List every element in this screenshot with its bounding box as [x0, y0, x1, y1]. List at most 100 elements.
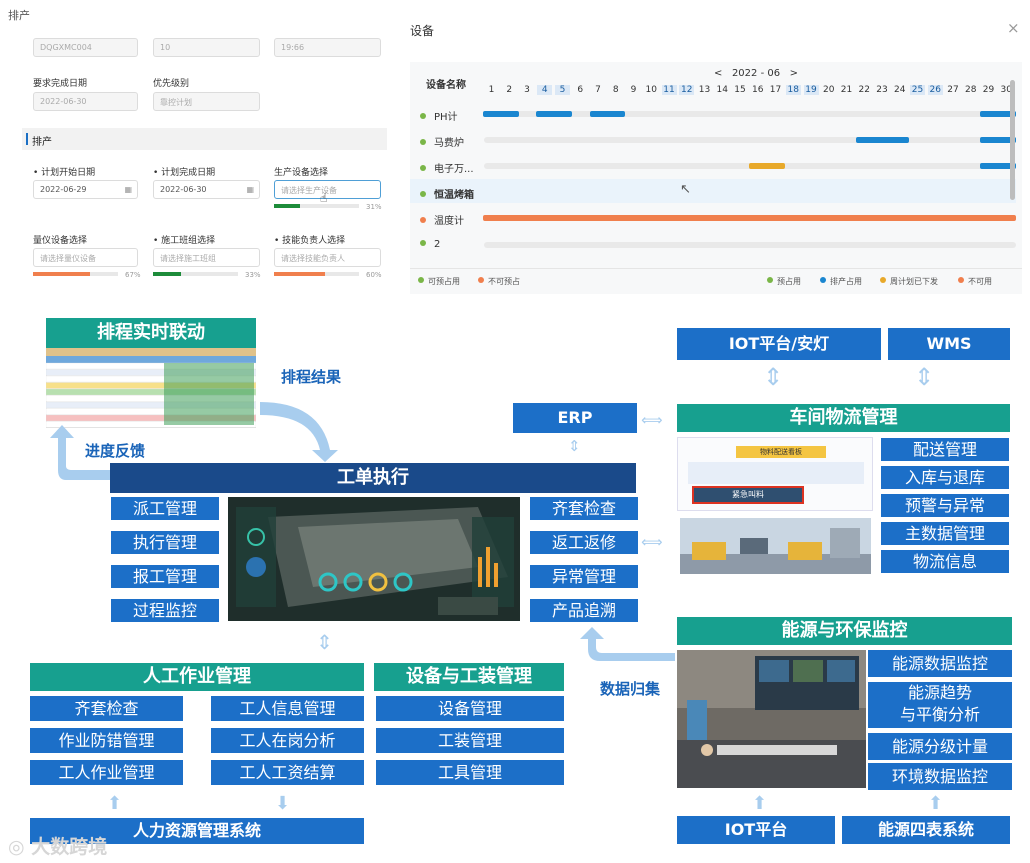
day-label: 21: [840, 85, 853, 95]
day-label: 5: [555, 85, 570, 95]
panel-title: 排产: [8, 9, 30, 22]
device-name: 马费炉: [434, 138, 464, 149]
module-box: 工具管理: [376, 760, 564, 785]
plan-start-field[interactable]: 2022-06-29 ▦: [33, 180, 138, 199]
modal-title: 设备: [410, 24, 435, 38]
module-box: 工人在岗分析: [211, 728, 364, 753]
device-name: PH计: [434, 112, 458, 123]
day-label: 23: [876, 85, 888, 95]
board-title: 物料配送看板: [736, 446, 826, 458]
legend-dot-icon: [478, 277, 484, 283]
scrollbar[interactable]: [1010, 80, 1015, 200]
device-name: 电子万...: [434, 164, 474, 175]
device-name: 恒温烤箱: [434, 190, 474, 201]
status-dot-icon: [420, 217, 426, 223]
device-row[interactable]: PH计: [420, 108, 458, 123]
module-box: 派工管理: [111, 497, 219, 520]
day-label: 18: [785, 85, 801, 95]
board-table: [688, 462, 864, 484]
module-box: 入库与退库: [881, 466, 1009, 489]
calendar-icon[interactable]: ▦: [124, 185, 132, 194]
watermark-icon: ◎: [8, 836, 32, 858]
status-dot-icon: [420, 240, 426, 246]
tech-progress: [274, 272, 359, 276]
status-dot-icon: [420, 113, 426, 119]
legend-dot-icon: [880, 277, 886, 283]
plan-end-label: • 计划完成日期: [153, 168, 216, 178]
measure-label: 量仪设备选择: [33, 236, 88, 246]
required-date-field[interactable]: 2022-06-30: [33, 92, 138, 111]
meters-up-arrow: ⬆: [928, 793, 944, 814]
day-label: 27: [947, 85, 959, 95]
energy-meters-box: 能源四表系统: [842, 816, 1010, 844]
day-label: 14: [716, 85, 728, 95]
next-month-button[interactable]: >: [790, 68, 798, 79]
tech-select[interactable]: 请选择技能负责人: [274, 248, 381, 267]
legend-dot-icon: [418, 277, 424, 283]
close-icon[interactable]: ×: [1007, 19, 1020, 37]
order-code-field[interactable]: DQGXMC004: [33, 38, 138, 57]
day-label: 10: [645, 85, 657, 95]
device-row[interactable]: 温度计: [420, 212, 464, 227]
module-box: 主数据管理: [881, 522, 1009, 545]
prev-month-button[interactable]: <: [714, 68, 722, 79]
urgent-call-button[interactable]: 紧急叫料: [692, 486, 804, 504]
warehouse-agv-photo: [680, 518, 871, 574]
mouse-pointer-icon: ↖: [680, 182, 691, 197]
quantity-field[interactable]: 10: [153, 38, 260, 57]
divider: [410, 268, 1022, 269]
column-header: 设备名称: [426, 80, 466, 91]
energy-module-box: 环境数据监控: [868, 763, 1012, 790]
gantt-bar[interactable]: [855, 137, 909, 143]
gantt-bar[interactable]: [749, 163, 785, 169]
calendar-icon[interactable]: ▦: [246, 185, 254, 194]
plan-end-field[interactable]: 2022-06-30 ▦: [153, 180, 260, 199]
legend-dot-icon: [958, 277, 964, 283]
schedule-realtime-header: 排程实时联动: [46, 318, 256, 348]
measure-progress-pct: 67%: [125, 271, 141, 279]
module-box: 执行管理: [111, 531, 219, 554]
data-collect-label: 数据归集: [600, 680, 661, 698]
legend-item: 排产占用: [820, 276, 862, 287]
device-row[interactable]: 恒温烤箱: [420, 186, 474, 201]
module-box: 产品追溯: [530, 599, 638, 622]
device-row[interactable]: 2: [420, 239, 440, 250]
gantt-bar[interactable]: [536, 111, 572, 117]
day-label: 12: [679, 85, 695, 95]
wms-box: WMS: [888, 328, 1010, 360]
legend-item: 不可用: [958, 276, 992, 287]
priority-label: 优先级别: [153, 79, 190, 89]
manual-ops-header: 人工作业管理: [30, 663, 364, 691]
measure-select[interactable]: 请选择量仪设备: [33, 248, 138, 267]
device-progress-pct: 31%: [366, 203, 382, 211]
priority-field[interactable]: 靠控计划: [153, 92, 260, 111]
measure-progress: [33, 272, 118, 276]
device-name: 温度计: [434, 216, 464, 227]
gantt-bar[interactable]: [589, 111, 625, 117]
mouse-cursor-icon: ☝: [320, 191, 328, 205]
device-select-input[interactable]: 请选择生产设备: [274, 180, 381, 199]
day-label: 20: [823, 85, 835, 95]
gantt-bar[interactable]: [483, 215, 1016, 221]
module-box: 异常管理: [530, 565, 638, 588]
day-label: 28: [965, 85, 977, 95]
hours-field[interactable]: 19:66: [274, 38, 381, 57]
device-row[interactable]: 马费炉: [420, 134, 464, 149]
team-progress: [153, 272, 238, 276]
day-label: 29: [982, 85, 995, 95]
day-label: 4: [537, 85, 553, 95]
month-nav: < 2022 - 06 >: [714, 68, 798, 79]
day-label: 1: [488, 85, 495, 95]
iot-platform-box: IOT平台: [677, 816, 835, 844]
erp-workorder-arrow: ⇕: [568, 437, 581, 455]
day-label: 26: [927, 85, 943, 95]
team-select[interactable]: 请选择施工班组: [153, 248, 260, 267]
day-label: 11: [661, 85, 677, 95]
energy-module-box: 能源分级计量: [868, 733, 1012, 760]
day-label: 13: [698, 85, 711, 95]
device-select-label: 生产设备选择: [274, 168, 329, 178]
gantt-bar[interactable]: [483, 111, 519, 117]
hr-up-arrow: ⬆: [107, 793, 123, 814]
team-label: • 施工班组选择: [153, 236, 216, 246]
device-row[interactable]: 电子万...: [420, 160, 474, 175]
